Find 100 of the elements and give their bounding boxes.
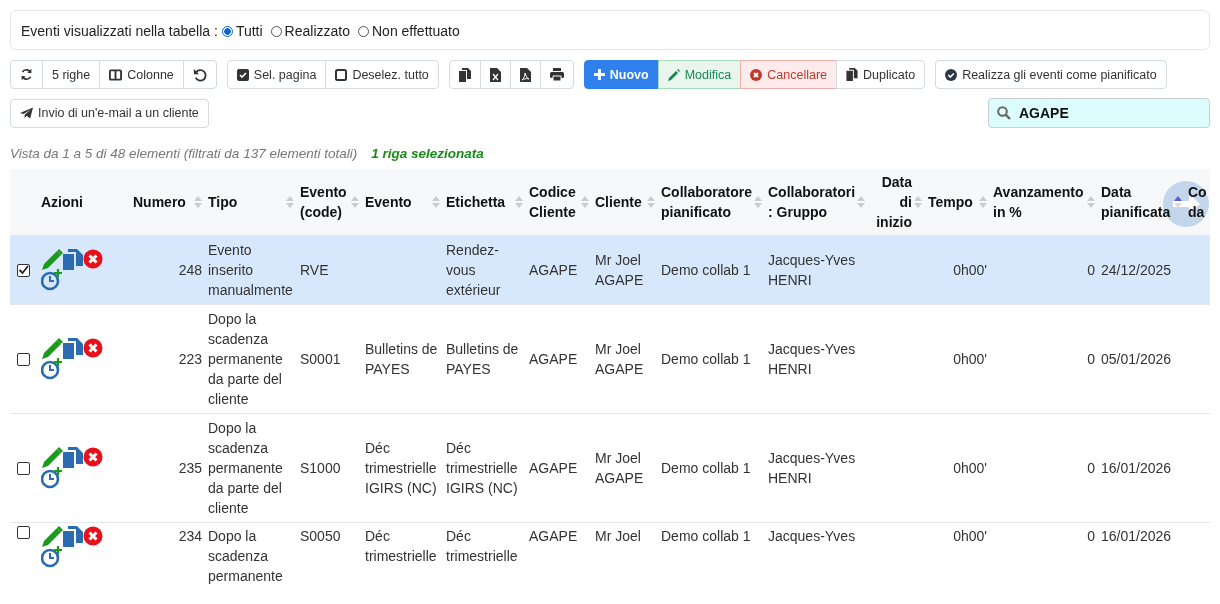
- edit-icon[interactable]: [41, 338, 63, 360]
- table-cell: 0: [1087, 460, 1095, 476]
- edit-icon[interactable]: [41, 526, 63, 548]
- search-icon: [997, 106, 1011, 120]
- refresh-icon: [20, 68, 33, 81]
- table-cell: S0001: [300, 351, 341, 367]
- table-cell: 16/01/2026: [1101, 528, 1172, 544]
- column-header[interactable]: Avanzamento in %: [993, 182, 1085, 222]
- check-icon: [18, 264, 29, 276]
- table-cell: 0h00': [953, 351, 987, 367]
- column-header[interactable]: Tempo: [928, 192, 973, 212]
- row-checkbox[interactable]: [17, 263, 30, 277]
- copy-icon: [846, 68, 858, 81]
- table-cell: Déc trimestrielle: [446, 528, 518, 564]
- table-cell: 223: [178, 351, 202, 367]
- excel-export-button[interactable]: [479, 60, 511, 89]
- clock-plus-icon[interactable]: [41, 467, 63, 489]
- clock-plus-icon[interactable]: [41, 358, 63, 380]
- radio-label[interactable]: Non effettuato: [372, 23, 460, 39]
- search-field[interactable]: AGAPE: [988, 98, 1210, 128]
- copy-icon[interactable]: [63, 447, 83, 468]
- table-cell: S0050: [300, 528, 341, 544]
- row-checkbox[interactable]: [17, 526, 30, 539]
- column-header[interactable]: Collaboratori : Gruppo: [768, 182, 856, 222]
- column-header: Azioni: [41, 193, 83, 212]
- delete-icon[interactable]: [83, 249, 103, 269]
- radio-button[interactable]: [221, 25, 233, 37]
- edit-icon[interactable]: [41, 249, 63, 271]
- table-cell: Dopo la scadenza permanente da parte del cliente: [208, 311, 283, 407]
- edit-icon[interactable]: [41, 447, 63, 469]
- column-header[interactable]: Codice Cliente: [529, 182, 579, 222]
- table-cell: Demo collab 1: [661, 262, 751, 278]
- deselect-all-button[interactable]: Deselez. tutto: [325, 60, 439, 89]
- results-summary: Vista da 1 a 5 di 48 elementi (filtrati da 137 elementi totali): [10, 146, 358, 161]
- table-cell: Déc trimestrielle IGIRS (NC): [446, 440, 518, 496]
- table-cell: S1000: [300, 460, 341, 476]
- pdf-export-button[interactable]: [509, 60, 541, 89]
- delete-icon[interactable]: [83, 447, 103, 467]
- clock-plus-icon[interactable]: [41, 546, 63, 568]
- edit-button[interactable]: Modifica: [657, 60, 742, 89]
- excel-file-icon: [489, 67, 501, 82]
- new-button[interactable]: Nuovo: [583, 60, 659, 89]
- column-header[interactable]: Evento (code): [300, 182, 349, 222]
- table-cell: Mr Joel AGAPE: [595, 341, 644, 377]
- select-page-button[interactable]: Sel. pagina: [226, 60, 327, 89]
- refresh-button[interactable]: [10, 60, 43, 89]
- table-cell: RVE: [300, 262, 329, 278]
- table-cell: Bulletins de PAYES: [365, 341, 438, 377]
- table-cell: 0h00': [953, 528, 987, 544]
- copy-icon[interactable]: [63, 249, 83, 270]
- column-header[interactable]: Tipo: [208, 192, 238, 212]
- table-cell: Dopo la scadenza permanente da parte del cliente: [208, 420, 283, 516]
- send-icon: [20, 107, 33, 119]
- column-header[interactable]: Numero: [133, 192, 186, 212]
- table-cell: AGAPE: [529, 528, 578, 544]
- delete-icon[interactable]: [83, 338, 103, 358]
- delete-icon[interactable]: [83, 526, 103, 546]
- copy-icon[interactable]: [63, 526, 83, 547]
- page-size-button[interactable]: 5 righe: [42, 60, 101, 89]
- table-cell: 234: [178, 528, 202, 544]
- reset-button[interactable]: [182, 60, 217, 89]
- table-cell: Déc trimestrielle: [365, 528, 437, 564]
- row-checkbox[interactable]: [17, 352, 30, 366]
- checkbox-icon: [236, 68, 249, 81]
- radio-label[interactable]: Tutti: [235, 23, 263, 39]
- table-cell: Jacques-Yves HENRI: [768, 252, 856, 288]
- copy-button[interactable]: [448, 60, 481, 89]
- table-cell: Demo collab 1: [661, 351, 751, 367]
- table-cell: Rendez-vous extérieur: [446, 242, 501, 298]
- check-circle-icon: [945, 68, 958, 81]
- table-cell: Dopo la scadenza permanente: [208, 528, 283, 584]
- table-cell: 0: [1087, 528, 1095, 544]
- columns-button[interactable]: Colonne: [99, 60, 184, 89]
- column-header[interactable]: Collaboratore pianificato: [661, 182, 752, 222]
- copy-icon[interactable]: [63, 338, 83, 359]
- radio-button[interactable]: [358, 25, 369, 37]
- send-email-button[interactable]: Invio di un'e-mail a un cliente: [10, 98, 209, 128]
- clock-plus-icon[interactable]: [41, 269, 63, 291]
- table-cell: 0: [1087, 351, 1095, 367]
- delete-button[interactable]: Cancellare: [740, 60, 837, 89]
- copy-icon: [458, 67, 471, 82]
- realize-events-button[interactable]: Realizza gli eventi come pianificato: [935, 60, 1167, 89]
- table-cell: Mr Joel AGAPE: [595, 252, 644, 288]
- column-header[interactable]: Data pianificata: [1101, 182, 1172, 222]
- column-header[interactable]: Etichetta: [446, 192, 506, 212]
- sort-ascending-icon[interactable]: [1174, 195, 1182, 209]
- table-cell: Bulletins de PAYES: [446, 341, 519, 377]
- column-header[interactable]: Cliente: [595, 192, 642, 212]
- columns-icon: [109, 68, 123, 81]
- column-header[interactable]: Data di inizio: [871, 172, 912, 232]
- print-button[interactable]: [539, 60, 574, 89]
- column-header[interactable]: Evento: [365, 192, 412, 212]
- row-checkbox[interactable]: [17, 461, 30, 475]
- table-cell: 248: [178, 262, 202, 278]
- radio-label[interactable]: Realizzato: [284, 23, 350, 39]
- duplicate-button[interactable]: Duplicato: [836, 60, 926, 89]
- filter-label: Eventi visualizzati nella tabella :: [21, 23, 218, 39]
- radio-button[interactable]: [270, 25, 282, 37]
- table-cell: 05/01/2026: [1101, 351, 1172, 367]
- delete-icon: [750, 68, 763, 81]
